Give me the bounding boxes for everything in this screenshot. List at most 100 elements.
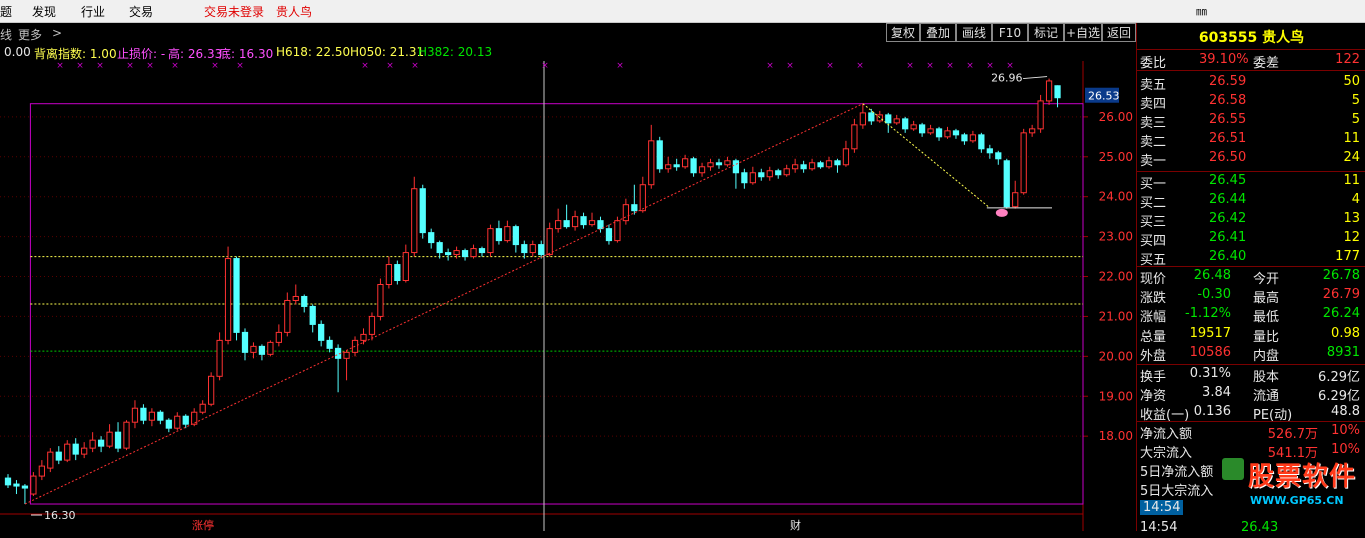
window-icon[interactable]: ㎜ — [1196, 3, 1207, 19]
candle-body-down — [961, 134, 968, 142]
fuquan-button[interactable]: 复权 — [886, 23, 920, 42]
signal-marker: × — [766, 61, 774, 71]
menu-item-discover[interactable]: 发现 — [32, 3, 56, 20]
candle-body-up — [148, 411, 156, 421]
indicator-high: 高: 26.33 — [168, 47, 223, 61]
candle-body-down — [165, 419, 172, 429]
ask-price: 26.59 — [1209, 74, 1247, 89]
candle-body-up — [842, 148, 850, 166]
stat-value: 10586 — [1189, 344, 1231, 360]
stat-value: -1.12% — [1185, 306, 1231, 322]
candle-body-down — [97, 439, 105, 447]
stat-value: -0.30 — [1197, 287, 1231, 303]
fundamental-label-2: 股本 — [1253, 370, 1280, 385]
fundamental-label: 净资 — [1140, 389, 1167, 404]
bid-row: 买二 26.44 4 — [1137, 191, 1365, 211]
candle-body-up — [368, 315, 376, 335]
candle-body-up — [64, 443, 71, 461]
candle-body-up — [1020, 132, 1027, 194]
candle-body-down — [597, 220, 604, 230]
y-tick-label: 19.00 — [1099, 389, 1133, 403]
bid-label: 买二 — [1140, 196, 1167, 211]
fundamental-value-2: 6.29亿 — [1318, 389, 1360, 404]
bid-label: 买一 — [1140, 177, 1167, 192]
ask-price: 26.55 — [1209, 112, 1247, 127]
candle-body-down — [817, 162, 824, 168]
y-tick-label: 25.00 — [1099, 150, 1133, 164]
f10-button[interactable]: F10 — [992, 23, 1028, 42]
more-button[interactable]: 更多 — [18, 26, 42, 43]
candle-body-down — [13, 483, 20, 487]
ask-price: 26.51 — [1209, 131, 1247, 146]
signal-marker: × — [236, 61, 244, 71]
candle-body-up — [216, 339, 223, 377]
menu-bar: 题 发现 行业 交易 交易未登录 贵人鸟 ㎜ — [0, 0, 1365, 23]
flow-5d-label: 5日净流入额 — [1140, 465, 1214, 480]
candle-body-down — [800, 164, 807, 170]
menu-item-trade[interactable]: 交易 — [129, 3, 153, 20]
stat-label: 涨幅 — [1140, 310, 1167, 326]
bid-volume: 12 — [1343, 230, 1360, 245]
overlay-button[interactable]: 叠加 — [920, 23, 956, 42]
bid-row: 买五 26.40 177 — [1137, 248, 1365, 268]
candle-body-down — [436, 242, 443, 254]
candle-body-up — [639, 184, 646, 212]
candle-body-down — [868, 112, 875, 122]
candle-body-down — [758, 172, 765, 178]
ask-volume: 11 — [1343, 131, 1360, 146]
low-price-label: 16.30 — [44, 509, 76, 522]
menu-item-industry[interactable]: 行业 — [81, 3, 105, 20]
candle-body-up — [529, 244, 536, 254]
finance-event-label: 财 — [790, 518, 801, 531]
limit-up-label: 涨停 — [192, 518, 214, 531]
candle-body-down — [326, 339, 333, 349]
fundamental-value: 0.136 — [1193, 404, 1231, 419]
chevron-right-icon[interactable]: > — [52, 26, 62, 40]
stat-row: 涨幅 -1.12% 最低 26.24 — [1137, 305, 1365, 326]
weibi-row: 委比 39.10% 委差 122 — [1137, 51, 1365, 71]
bid-price: 26.40 — [1209, 249, 1247, 264]
stat-row: 涨跌 -0.30 最高 26.79 — [1137, 286, 1365, 307]
ask-volume: 50 — [1343, 74, 1360, 89]
bid-volume: 13 — [1343, 211, 1360, 226]
candle-body-down — [428, 232, 435, 244]
stat-row: 总量 19517 量比 0.98 — [1137, 325, 1365, 345]
stat-label: 涨跌 — [1140, 291, 1167, 307]
period-label[interactable]: 线 — [0, 26, 12, 43]
candle-body-down — [55, 451, 62, 461]
y-tick-label: 20.00 — [1099, 349, 1133, 363]
candle-body-down — [935, 128, 943, 138]
draw-line-button[interactable]: 画线 — [956, 23, 992, 42]
signal-marker: × — [171, 61, 179, 71]
fundamental-value-2: 48.8 — [1331, 404, 1360, 419]
bid-row: 买三 26.42 13 — [1137, 210, 1365, 230]
stat-label-2: 最高 — [1253, 291, 1280, 307]
trade-status[interactable]: 交易未登录 — [204, 3, 264, 20]
tick-time-highlight: 14:54 — [1140, 500, 1184, 515]
flow-row: 净流入额 526.7万 10% — [1137, 422, 1365, 442]
y-tick-label: 22.00 — [1099, 270, 1133, 284]
add-watchlist-button[interactable]: +自选 — [1064, 23, 1102, 42]
candle-body-down — [995, 152, 1002, 160]
indicator-h382: H382: 20.13 — [418, 45, 493, 59]
bid-price: 26.42 — [1209, 211, 1247, 226]
bid-label: 买四 — [1140, 234, 1167, 249]
back-button[interactable]: 返回 — [1102, 23, 1136, 42]
candle-body-up — [250, 345, 257, 353]
watermark: 股票软件 WWW.GP65.CN — [1220, 458, 1360, 514]
fundamental-value-2: 6.29亿 — [1318, 370, 1360, 385]
candle-body-down — [741, 172, 748, 184]
candle-body-down — [538, 244, 545, 256]
mark-button[interactable]: 标记 — [1028, 23, 1064, 42]
candle-body-up — [47, 451, 54, 469]
candle-body-up — [588, 220, 596, 226]
menu-item[interactable]: 题 — [0, 3, 12, 20]
candle-body-up — [927, 128, 934, 134]
kline-chart[interactable]: 26.00 25.00 24.00 23.00 22.00 21.00 20.00 19.00… — [0, 61, 1136, 531]
indicator-zero: 0.00 — [4, 45, 31, 59]
flow-label: 净流入额 — [1140, 427, 1193, 442]
signal-marker: × — [1006, 61, 1014, 71]
signal-marker: × — [76, 61, 84, 71]
candle-body-down — [512, 226, 519, 246]
stat-label-2: 内盘 — [1253, 348, 1280, 364]
